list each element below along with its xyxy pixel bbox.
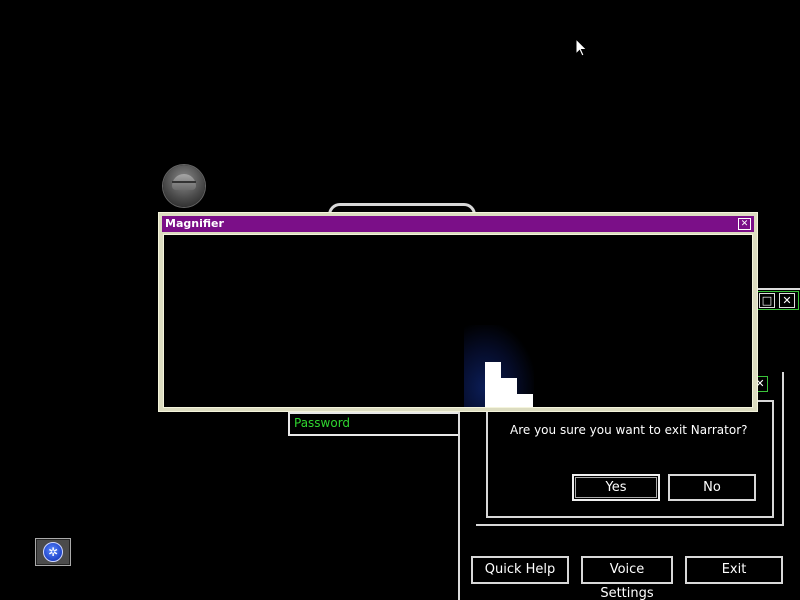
yes-button[interactable]: Yes bbox=[572, 474, 660, 501]
ease-of-access-button[interactable]: ✲ bbox=[35, 538, 71, 566]
magnified-cursor-pixel bbox=[485, 362, 501, 407]
voice-settings-button[interactable]: Voice Settings bbox=[581, 556, 673, 600]
ease-of-access-icon: ✲ bbox=[43, 542, 63, 562]
magnifier-close-icon[interactable]: ✕ bbox=[738, 218, 751, 230]
confirm-message: Are you sure you want to exit Narrator? bbox=[510, 423, 748, 437]
no-button[interactable]: No bbox=[668, 474, 756, 501]
magnifier-title-bar[interactable]: Magnifier ✕ bbox=[162, 216, 754, 232]
maximize-icon[interactable]: □ bbox=[759, 293, 775, 308]
narrator-window-controls: □ ✕ bbox=[755, 291, 799, 310]
magnified-cursor-pixel bbox=[501, 378, 517, 407]
exit-button[interactable]: Exit bbox=[685, 556, 783, 584]
user-avatar[interactable] bbox=[163, 165, 205, 207]
close-glyph: ✕ bbox=[782, 294, 792, 307]
quick-help-button[interactable]: Quick Help bbox=[471, 556, 569, 584]
magnifier-title: Magnifier bbox=[165, 217, 224, 230]
maximize-glyph: □ bbox=[761, 294, 773, 307]
narrator-close-icon[interactable]: ✕ bbox=[779, 293, 795, 308]
avatar-notch bbox=[172, 181, 196, 183]
magnified-cursor-pixel bbox=[517, 394, 533, 407]
magnifier-viewport bbox=[163, 234, 753, 408]
password-field[interactable]: Password bbox=[288, 412, 464, 436]
mouse-pointer-icon bbox=[575, 38, 588, 57]
magnifier-window: Magnifier ✕ bbox=[158, 212, 758, 412]
password-placeholder: Password bbox=[294, 416, 351, 430]
